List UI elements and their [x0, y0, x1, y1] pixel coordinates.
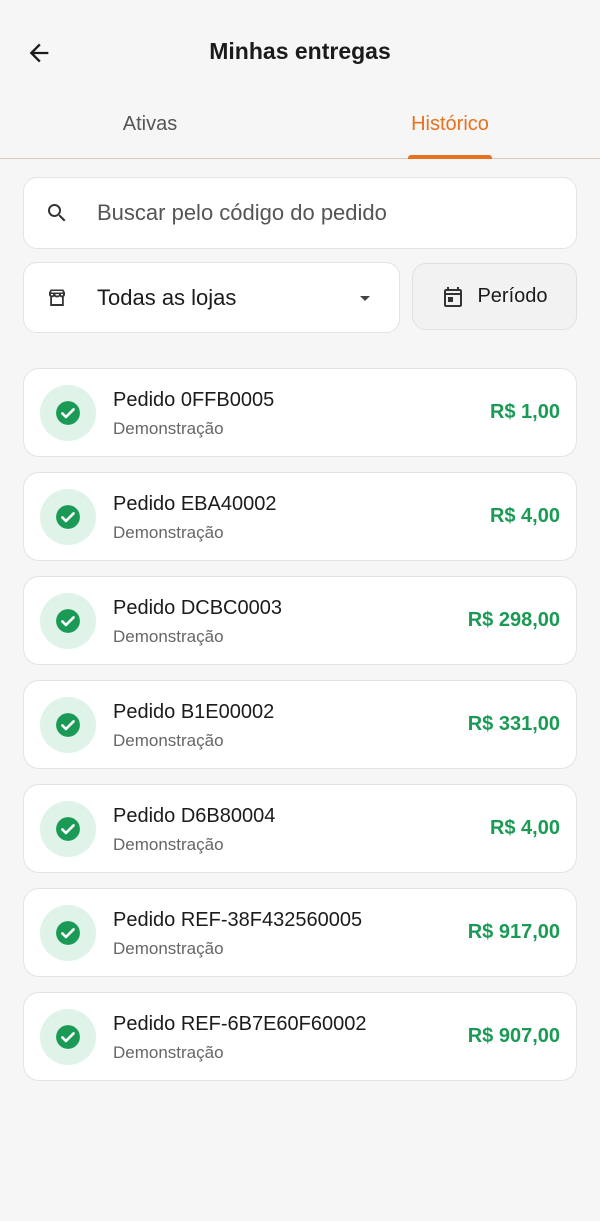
order-subtitle: Demonstração	[113, 939, 224, 958]
order-item[interactable]: Pedido D6B80004 Demonstração R$ 4,00	[23, 784, 577, 873]
order-price: R$ 907,00	[467, 1025, 560, 1047]
storefront-icon	[49, 289, 65, 306]
order-name: Pedido REF-38F432560005	[113, 909, 363, 931]
status-badge	[40, 1009, 96, 1065]
order-name: Pedido B1E00002	[113, 701, 275, 723]
status-badge	[40, 697, 96, 753]
app-screen: Minhas entregas Ativas Histórico Todas a…	[0, 0, 600, 1221]
check-circle-icon	[56, 505, 80, 529]
search-icon	[48, 204, 66, 222]
page-title: Minhas entregas	[209, 38, 391, 64]
tab-ativas[interactable]: Ativas	[0, 104, 300, 158]
order-item[interactable]: Pedido EBA40002 Demonstração R$ 4,00	[23, 472, 577, 561]
order-price: R$ 4,00	[489, 817, 560, 839]
check-circle-icon	[56, 1025, 80, 1049]
order-price: R$ 298,00	[467, 609, 560, 631]
order-name: Pedido EBA40002	[113, 493, 277, 515]
order-subtitle: Demonstração	[113, 523, 224, 542]
order-item[interactable]: Pedido B1E00002 Demonstração R$ 331,00	[23, 680, 577, 769]
order-item[interactable]: Pedido REF-6B7E60F60002 Demonstração R$ …	[23, 992, 577, 1081]
status-badge	[40, 489, 96, 545]
order-subtitle: Demonstração	[113, 1043, 224, 1062]
order-subtitle: Demonstração	[113, 835, 224, 854]
order-subtitle: Demonstração	[113, 627, 224, 646]
order-price: R$ 1,00	[489, 401, 560, 423]
status-badge	[40, 905, 96, 961]
order-item[interactable]: Pedido REF-38F432560005 Demonstração R$ …	[23, 888, 577, 977]
check-circle-icon	[56, 609, 80, 633]
order-price: R$ 331,00	[467, 713, 560, 735]
check-circle-icon	[56, 401, 80, 425]
search-input[interactable]	[97, 200, 537, 226]
order-subtitle: Demonstração	[113, 731, 224, 750]
order-name: Pedido D6B80004	[113, 805, 276, 827]
tab-bar: Ativas Histórico	[0, 104, 600, 159]
order-item[interactable]: Pedido DCBC0003 Demonstração R$ 298,00	[23, 576, 577, 665]
order-name: Pedido DCBC0003	[113, 597, 282, 619]
order-price: R$ 917,00	[467, 921, 560, 943]
active-tab-indicator	[408, 155, 492, 159]
status-badge	[40, 385, 96, 441]
status-badge	[40, 593, 96, 649]
check-circle-icon	[56, 713, 80, 737]
status-badge	[40, 801, 96, 857]
search-box	[23, 177, 577, 249]
store-select[interactable]: Todas as lojas	[23, 262, 400, 333]
period-button-label: Período	[477, 285, 548, 307]
caret-down-icon	[360, 295, 370, 301]
order-price: R$ 4,00	[489, 505, 560, 527]
app-header: Minhas entregas	[0, 0, 600, 104]
period-button[interactable]: Período	[412, 263, 577, 330]
store-select-label: Todas as lojas	[97, 284, 237, 310]
order-name: Pedido 0FFB0005	[113, 389, 275, 411]
check-circle-icon	[56, 921, 80, 945]
order-name: Pedido REF-6B7E60F60002	[113, 1013, 367, 1035]
check-circle-icon	[56, 817, 80, 841]
calendar-icon	[444, 286, 463, 307]
tab-historico[interactable]: Histórico	[300, 104, 600, 158]
order-item[interactable]: Pedido 0FFB0005 Demonstração R$ 1,00	[23, 368, 577, 457]
order-subtitle: Demonstração	[113, 419, 224, 438]
